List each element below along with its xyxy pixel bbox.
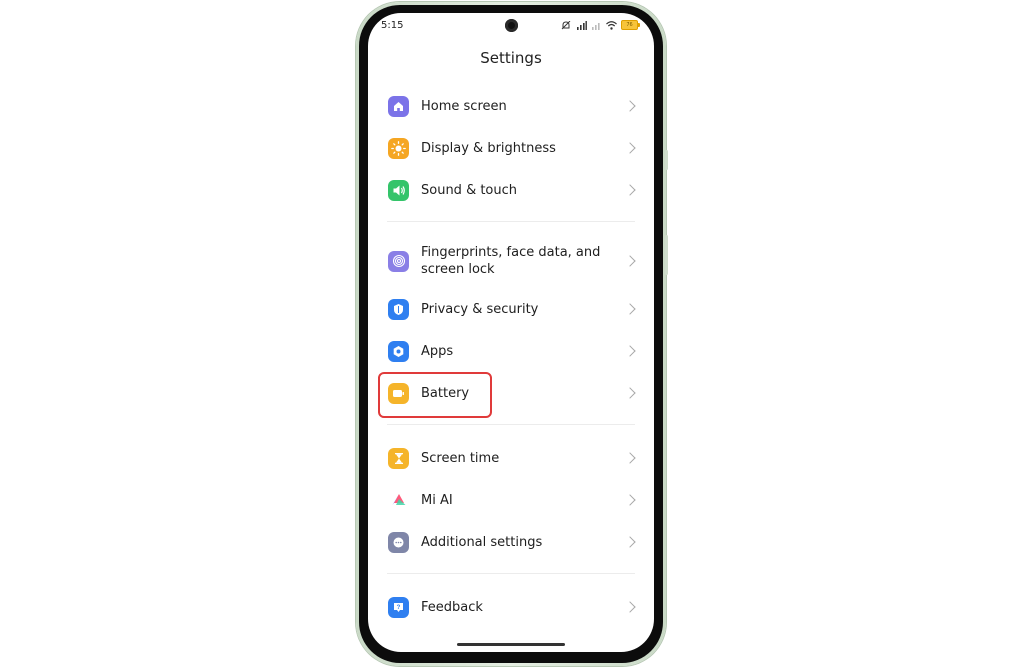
chevron-right-icon xyxy=(624,184,636,196)
hourglass-icon xyxy=(388,447,409,469)
settings-item-battery[interactable]: Battery xyxy=(368,382,654,404)
item-label: Apps xyxy=(421,343,454,359)
item-label: Sound & touch xyxy=(421,182,518,198)
mi-ai-icon xyxy=(388,489,409,511)
home-icon xyxy=(388,95,409,117)
item-label: Display & brightness xyxy=(421,140,556,156)
wifi-icon xyxy=(606,20,617,30)
power-button xyxy=(665,235,668,275)
chevron-right-icon xyxy=(624,345,636,357)
chevron-right-icon xyxy=(624,255,636,267)
item-label: Home screen xyxy=(421,98,507,114)
battery-icon xyxy=(388,382,409,404)
page-title: Settings xyxy=(480,49,542,67)
signal-weak-icon xyxy=(592,22,600,30)
settings-item-feedback[interactable]: ? Feedback xyxy=(368,596,654,618)
item-label: Battery xyxy=(421,385,470,401)
shield-icon xyxy=(388,298,409,320)
battery-level-text: 76 xyxy=(626,22,633,28)
settings-item-screen-time[interactable]: Screen time xyxy=(368,447,654,469)
speaker-icon xyxy=(388,179,409,201)
item-label: Feedback xyxy=(421,599,483,615)
feedback-icon: ? xyxy=(388,596,409,618)
front-camera xyxy=(505,19,518,32)
phone-screen: 5:15 76 Settings Home screen Display & b… xyxy=(368,13,654,652)
fingerprint-icon xyxy=(388,250,409,272)
chevron-right-icon xyxy=(624,494,636,506)
item-label: Privacy & security xyxy=(421,301,539,317)
settings-item-additional-settings[interactable]: Additional settings xyxy=(368,531,654,553)
settings-item-apps[interactable]: Apps xyxy=(368,340,654,362)
home-indicator[interactable] xyxy=(457,643,565,646)
chevron-right-icon xyxy=(624,387,636,399)
item-label: Fingerprints, face data, and screen lock xyxy=(421,245,601,277)
chevron-right-icon xyxy=(624,452,636,464)
section-divider xyxy=(387,221,635,222)
hd-signal-icon xyxy=(577,20,587,30)
chevron-right-icon xyxy=(624,142,636,154)
settings-item-sound-touch[interactable]: Sound & touch xyxy=(368,179,654,201)
status-icons: 76 xyxy=(561,20,640,30)
settings-item-privacy-security[interactable]: Privacy & security xyxy=(368,298,654,320)
settings-item-fingerprints[interactable]: Fingerprints, face data, and screen lock xyxy=(368,245,654,277)
item-label: Mi AI xyxy=(421,492,453,508)
chevron-right-icon xyxy=(624,601,636,613)
chevron-right-icon xyxy=(624,536,636,548)
mute-icon xyxy=(561,20,571,29)
apps-gear-icon xyxy=(388,340,409,362)
status-bar: 5:15 76 xyxy=(368,13,654,39)
settings-item-home-screen[interactable]: Home screen xyxy=(368,95,654,117)
battery-charging-icon: 76 xyxy=(621,20,640,30)
svg-text:?: ? xyxy=(397,604,401,610)
settings-item-mi-ai[interactable]: Mi AI xyxy=(368,489,654,511)
section-divider xyxy=(387,573,635,574)
chevron-right-icon xyxy=(624,303,636,315)
sun-icon xyxy=(388,137,409,159)
settings-item-display-brightness[interactable]: Display & brightness xyxy=(368,137,654,159)
item-label: Screen time xyxy=(421,450,500,466)
item-label: Additional settings xyxy=(421,534,543,550)
section-divider xyxy=(387,424,635,425)
status-time: 5:15 xyxy=(381,20,404,31)
volume-button xyxy=(665,150,668,170)
more-icon xyxy=(388,531,409,553)
chevron-right-icon xyxy=(624,100,636,112)
